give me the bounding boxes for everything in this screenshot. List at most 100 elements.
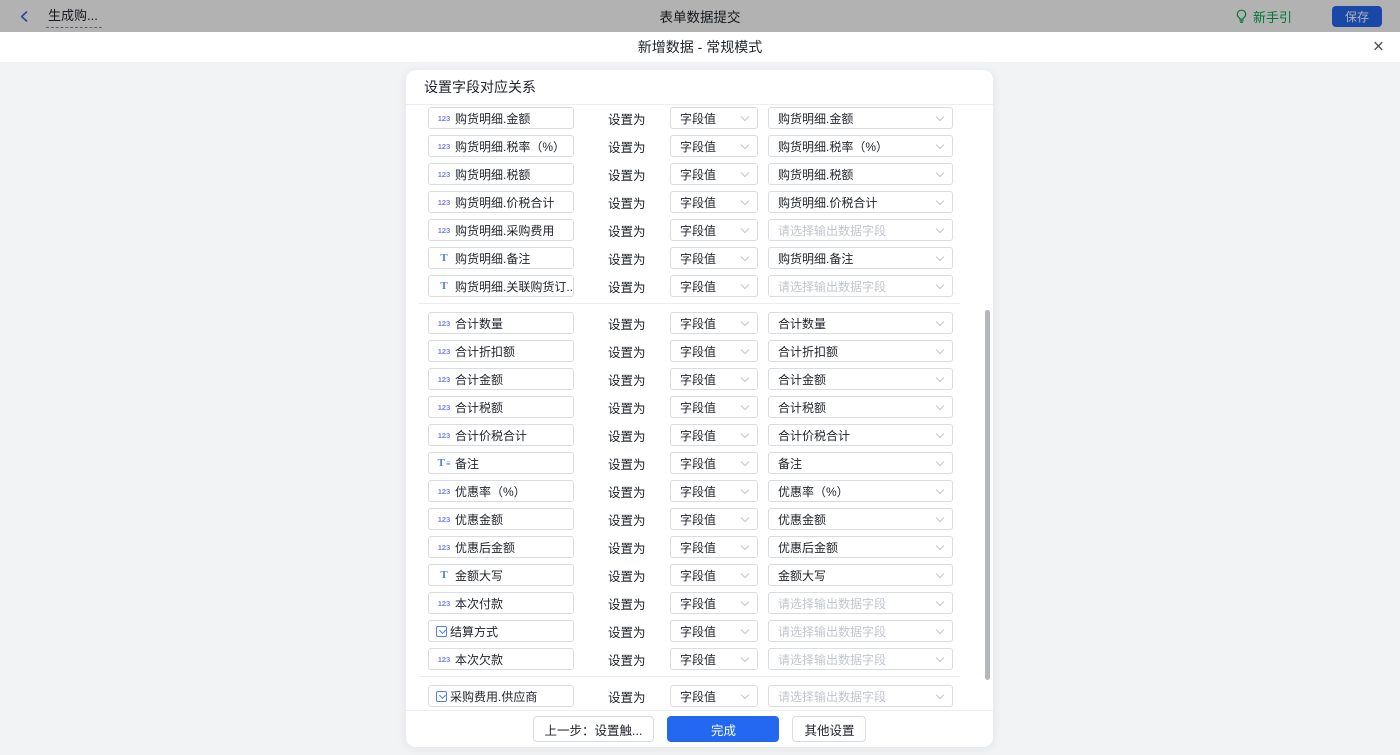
output-field-select[interactable]: 合计税额 xyxy=(768,396,953,418)
source-field-box[interactable]: 123优惠率（%） xyxy=(428,480,574,502)
chevron-down-icon xyxy=(936,542,944,550)
set-as-label: 设置为 xyxy=(608,650,648,669)
value-type-select[interactable]: 字段值 xyxy=(670,592,758,614)
value-type-select[interactable]: 字段值 xyxy=(670,452,758,474)
value-type-select[interactable]: 字段值 xyxy=(670,275,758,297)
output-field-value: 请选择输出数据字段 xyxy=(778,651,886,668)
value-type-label: 字段值 xyxy=(680,371,716,388)
output-field-select[interactable]: 请选择输出数据字段 xyxy=(768,620,953,642)
source-field-label: 结算方式 xyxy=(450,623,498,640)
value-type-select[interactable]: 字段值 xyxy=(670,508,758,530)
source-field-box[interactable]: 123购货明细.价税合计 xyxy=(428,191,574,213)
source-field-label: 购货明细.税率（%） xyxy=(455,138,565,155)
source-field-box[interactable]: 123合计折扣额 xyxy=(428,340,574,362)
output-field-select[interactable]: 请选择输出数据字段 xyxy=(768,219,953,241)
source-field-label: 合计税额 xyxy=(455,399,503,416)
source-field-box[interactable]: 123优惠后金额 xyxy=(428,536,574,558)
output-field-select[interactable]: 购货明细.税额 xyxy=(768,163,953,185)
source-field-box[interactable]: 123购货明细.采购费用 xyxy=(428,219,574,241)
source-field-box[interactable]: 123优惠金额 xyxy=(428,508,574,530)
output-field-select[interactable]: 请选择输出数据字段 xyxy=(768,592,953,614)
field-mapping-row: 123合计价税合计设置为字段值合计价税合计 xyxy=(428,424,993,446)
output-field-select[interactable]: 购货明细.价税合计 xyxy=(768,191,953,213)
output-field-select[interactable]: 合计数量 xyxy=(768,312,953,334)
number-field-icon: 123 xyxy=(436,431,452,440)
value-type-select[interactable]: 字段值 xyxy=(670,685,758,707)
value-type-select[interactable]: 字段值 xyxy=(670,368,758,390)
output-field-select[interactable]: 优惠率（%） xyxy=(768,480,953,502)
value-type-select[interactable]: 字段值 xyxy=(670,620,758,642)
output-field-select[interactable]: 合计折扣额 xyxy=(768,340,953,362)
value-type-select[interactable]: 字段值 xyxy=(670,480,758,502)
value-type-select[interactable]: 字段值 xyxy=(670,191,758,213)
output-field-select[interactable]: 请选择输出数据字段 xyxy=(768,648,953,670)
text-field-icon: T xyxy=(436,569,452,581)
value-type-select[interactable]: 字段值 xyxy=(670,564,758,586)
source-field-box[interactable]: T金额大写 xyxy=(428,564,574,586)
chevron-down-icon xyxy=(936,318,944,326)
output-field-select[interactable]: 备注 xyxy=(768,452,953,474)
source-field-label: 金额大写 xyxy=(455,567,503,584)
number-field-icon: 123 xyxy=(436,543,452,552)
set-as-label: 设置为 xyxy=(608,221,648,240)
prev-step-button[interactable]: 上一步：设置触... xyxy=(533,716,655,742)
chevron-down-icon xyxy=(741,346,749,354)
value-type-select[interactable]: 字段值 xyxy=(670,107,758,129)
source-field-box[interactable]: 123购货明细.金额 xyxy=(428,107,574,129)
value-type-select[interactable]: 字段值 xyxy=(670,536,758,558)
value-type-select[interactable]: 字段值 xyxy=(670,340,758,362)
other-settings-button[interactable]: 其他设置 xyxy=(792,716,866,742)
source-field-box[interactable]: T购货明细.关联购货订... xyxy=(428,275,574,297)
save-button[interactable]: 保存 xyxy=(1332,6,1382,27)
source-field-box[interactable]: T购货明细.备注 xyxy=(428,247,574,269)
number-field-icon: 123 xyxy=(436,403,452,412)
dialog-body: 设置字段对应关系 123购货明细.金额设置为字段值购货明细.金额123购货明细.… xyxy=(0,62,1400,755)
output-field-select[interactable]: 合计金额 xyxy=(768,368,953,390)
output-field-value: 合计折扣额 xyxy=(778,343,838,360)
beginner-guide-link[interactable]: 新手引 xyxy=(1235,7,1292,26)
output-field-select[interactable]: 购货明细.备注 xyxy=(768,247,953,269)
chevron-down-icon xyxy=(741,570,749,578)
source-field-box[interactable]: 123本次付款 xyxy=(428,592,574,614)
source-field-box[interactable]: 123合计数量 xyxy=(428,312,574,334)
output-field-select[interactable]: 购货明细.税率（%） xyxy=(768,135,953,157)
value-type-select[interactable]: 字段值 xyxy=(670,312,758,334)
output-field-select[interactable]: 合计价税合计 xyxy=(768,424,953,446)
source-field-box[interactable]: 结算方式 xyxy=(428,620,574,642)
source-field-box[interactable]: 123本次欠款 xyxy=(428,648,574,670)
chevron-down-icon xyxy=(936,598,944,606)
set-as-label: 设置为 xyxy=(608,454,648,473)
output-field-value: 请选择输出数据字段 xyxy=(778,623,886,640)
value-type-select[interactable]: 字段值 xyxy=(670,135,758,157)
value-type-select[interactable]: 字段值 xyxy=(670,219,758,241)
source-field-box[interactable]: 123合计金额 xyxy=(428,368,574,390)
source-field-box[interactable]: 采购费用.供应商 xyxy=(428,685,574,707)
close-icon[interactable]: × xyxy=(1373,38,1384,57)
value-type-select[interactable]: 字段值 xyxy=(670,424,758,446)
source-field-box[interactable]: 123合计税额 xyxy=(428,396,574,418)
chevron-down-icon xyxy=(936,458,944,466)
output-field-select[interactable]: 优惠金额 xyxy=(768,508,953,530)
source-field-box[interactable]: 123购货明细.税率（%） xyxy=(428,135,574,157)
value-type-select[interactable]: 字段值 xyxy=(670,396,758,418)
output-field-select[interactable]: 优惠后金额 xyxy=(768,536,953,558)
source-field-box[interactable]: 123购货明细.税额 xyxy=(428,163,574,185)
value-type-label: 字段值 xyxy=(680,651,716,668)
set-as-label: 设置为 xyxy=(608,566,648,585)
source-field-box[interactable]: T备注 xyxy=(428,452,574,474)
number-field-icon: 123 xyxy=(436,319,452,328)
scrollbar[interactable] xyxy=(985,310,990,680)
value-type-select[interactable]: 字段值 xyxy=(670,648,758,670)
output-field-select[interactable]: 购货明细.金额 xyxy=(768,107,953,129)
output-field-select[interactable]: 金额大写 xyxy=(768,564,953,586)
value-type-select[interactable]: 字段值 xyxy=(670,163,758,185)
set-as-label: 设置为 xyxy=(608,165,648,184)
chevron-down-icon xyxy=(936,514,944,522)
output-field-select[interactable]: 请选择输出数据字段 xyxy=(768,275,953,297)
done-button[interactable]: 完成 xyxy=(667,716,779,742)
output-field-select[interactable]: 请选择输出数据字段 xyxy=(768,685,953,707)
chevron-down-icon xyxy=(741,318,749,326)
value-type-select[interactable]: 字段值 xyxy=(670,247,758,269)
value-type-label: 字段值 xyxy=(680,567,716,584)
source-field-box[interactable]: 123合计价税合计 xyxy=(428,424,574,446)
